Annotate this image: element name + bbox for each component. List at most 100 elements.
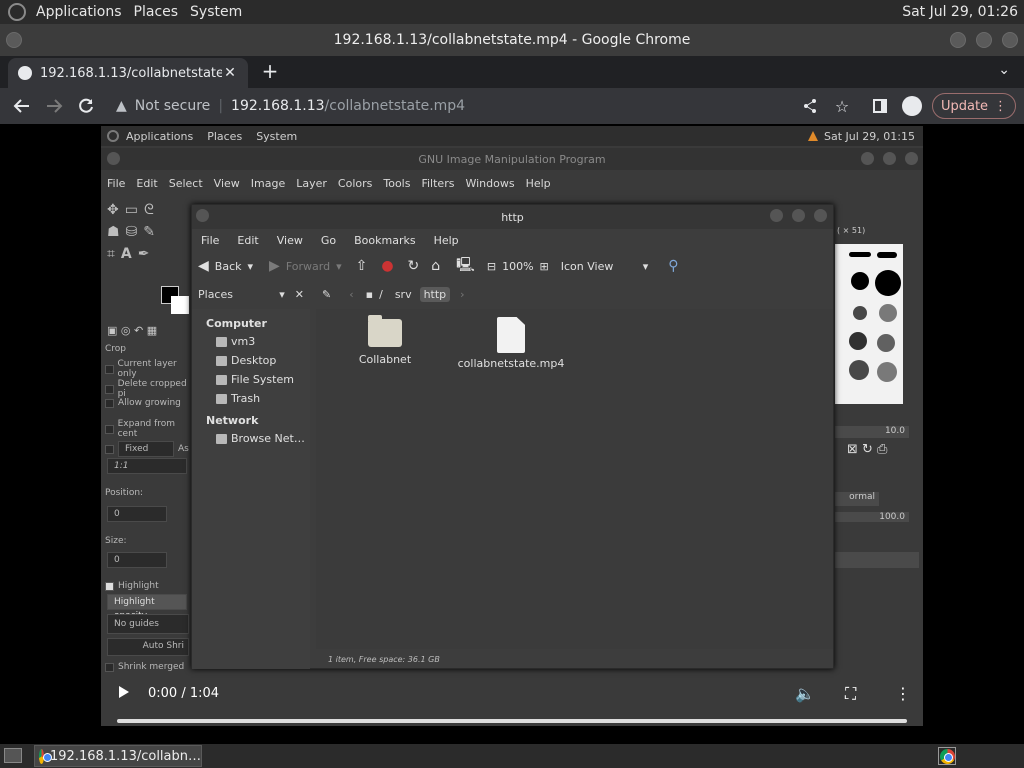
brush-actions-icons: ⊠ ↻ ⎙ [847, 442, 888, 457]
gimp-title: GNU Image Manipulation Program [418, 152, 606, 166]
position-x-field: 0 [107, 506, 167, 522]
brush-preview [877, 334, 895, 352]
color-picker-icon: ✒ [137, 246, 150, 262]
current-layer-only-label: Current layer only [117, 359, 177, 379]
layer-opacity-field: 100.0 [835, 512, 909, 522]
maximize-button[interactable] [976, 32, 992, 48]
gimp-menubar: File Edit Select View Image Layer Colors… [101, 172, 923, 194]
window-menu-button[interactable] [6, 32, 22, 48]
gimp-menu-view: View [213, 176, 240, 190]
minimize-button[interactable] [950, 32, 966, 48]
browser-toolbar: ▲ Not secure | 192.168.1.13/collabnetsta… [0, 88, 1024, 124]
side-panel-icon[interactable] [868, 88, 892, 124]
vlc-cone-icon [808, 131, 818, 141]
new-tab-button[interactable]: + [258, 60, 282, 84]
url-host[interactable]: 192.168.1.13 [231, 98, 325, 114]
computer-icon: 🖳 [456, 257, 475, 273]
lasso-icon: ᘓ [143, 202, 154, 218]
update-label: Update [940, 98, 989, 114]
gimp-menu-edit: Edit [136, 176, 158, 190]
forward-button[interactable] [38, 90, 70, 122]
fm-title: http [501, 210, 524, 224]
up-arrow-icon: ⇧ [355, 258, 368, 274]
kebab-menu-icon[interactable]: ⋮ [994, 99, 1007, 114]
fullscreen-icon[interactable]: ⛶ [845, 684, 856, 704]
network-icon [216, 433, 227, 444]
layer-row [835, 552, 919, 568]
forward-icon [47, 99, 63, 113]
tab-active[interactable]: 192.168.1.13/collabnetstate.mp ✕ [8, 58, 248, 88]
rect-select-icon: ▭ [124, 202, 138, 218]
delete-cropped-label: Delete cropped pi [117, 379, 187, 399]
drive-icon: ▪ [365, 287, 374, 301]
file-manager-window: http File Edit View Go Bookmarks Help ◀ … [191, 204, 834, 669]
menu-places[interactable]: Places [128, 4, 185, 20]
guides-dropdown: No guides [107, 614, 189, 634]
taskbar-chrome-button[interactable]: 192.168.1.13/collabn… [34, 745, 202, 767]
more-options-icon[interactable]: ⋮ [895, 684, 911, 703]
show-desktop-icon[interactable] [4, 748, 22, 763]
back-button[interactable] [6, 90, 38, 122]
fixed-dropdown: Fixed [118, 441, 174, 457]
folder-item: Collabnet [330, 315, 440, 366]
stop-icon: ● [381, 258, 394, 274]
menu-applications[interactable]: Applications [30, 4, 128, 20]
smudge-icon: ☗ [107, 224, 120, 240]
expand-from-center-label: Expand from cent [117, 419, 176, 439]
video-progress-bar[interactable] [117, 719, 907, 723]
places-dropdown-chevron-icon: ▾ [279, 287, 285, 301]
gimp-menu-windows: Windows [465, 176, 515, 190]
ratio-field: 1:1 [107, 458, 187, 474]
close-window-button[interactable] [1002, 32, 1018, 48]
fm-menu-edit: Edit [237, 233, 259, 247]
brush-preview [849, 332, 867, 350]
brush-preview [877, 362, 897, 382]
forward-arrow-icon: ▶ [269, 258, 280, 274]
play-icon[interactable] [119, 686, 129, 698]
workspace-switcher[interactable] [938, 747, 956, 765]
computer-section-label: Computer [206, 317, 267, 330]
back-dropdown-icon: ▾ [247, 259, 254, 273]
allow-growing-label: Allow growing [118, 398, 181, 408]
place-trash: Trash [231, 392, 261, 405]
back-icon [13, 99, 29, 113]
chrome-window-titlebar[interactable]: 192.168.1.13/collabnetstate.mp4 - Google… [0, 24, 1024, 56]
video-menu-applications: Applications [126, 129, 194, 143]
video-menu-system: System [256, 129, 298, 143]
tab-search-chevron-icon[interactable]: ⌄ [998, 62, 1010, 78]
gimp-window-menu-icon [107, 152, 120, 165]
panel-clock[interactable]: Sat Jul 29, 01:26 [902, 4, 1024, 20]
place-desktop: Desktop [231, 354, 277, 367]
fm-icon-view: Collabnet collabnetstate.mp4 [316, 309, 833, 649]
auto-shrink-button: Auto Shri [107, 638, 189, 656]
gimp-menu-layer: Layer [296, 176, 327, 190]
tab-title: 192.168.1.13/collabnetstate.mp [40, 65, 222, 81]
close-tab-icon[interactable]: ✕ [222, 65, 238, 81]
home-drive-icon [216, 336, 227, 347]
profile-avatar-icon[interactable] [902, 96, 922, 116]
volume-icon[interactable]: 🔈 [795, 684, 815, 703]
path-srv: srv [394, 287, 412, 301]
url-path[interactable]: /collabnetstate.mp4 [325, 98, 466, 114]
update-button[interactable]: Update ⋮ [932, 93, 1016, 119]
reload-button[interactable] [70, 90, 102, 122]
warning-triangle-icon[interactable]: ▲ [116, 98, 127, 114]
video-controls: 0:00 / 1:04 🔈 ⛶ ⋮ [101, 676, 923, 736]
desktop-icon [216, 355, 227, 366]
gimp-menu-filters: Filters [421, 176, 455, 190]
bookmark-star-icon[interactable]: ☆ [830, 88, 854, 124]
zoom-level: 100% [502, 259, 534, 273]
fm-menu-go: Go [320, 233, 337, 247]
share-icon[interactable] [798, 88, 822, 124]
address-bar[interactable]: ▲ Not secure | 192.168.1.13/collabnetsta… [116, 91, 465, 121]
menu-system[interactable]: System [184, 4, 248, 20]
fm-places-sidebar: Computer vm3 Desktop File System Trash N… [192, 309, 310, 669]
video-player[interactable]: Applications Places System Sat Jul 29, 0… [0, 124, 1024, 740]
not-secure-label[interactable]: Not secure [135, 98, 211, 114]
taskbar-chrome-label: 192.168.1.13/collabn… [50, 748, 201, 764]
fm-menu-bookmarks: Bookmarks [354, 233, 416, 247]
tab-strip: 192.168.1.13/collabnetstate.mp ✕ + ⌄ [0, 56, 1024, 88]
gimp-menu-select: Select [168, 176, 203, 190]
brush-preview [877, 252, 897, 258]
gimp-maximize-icon [883, 152, 896, 165]
